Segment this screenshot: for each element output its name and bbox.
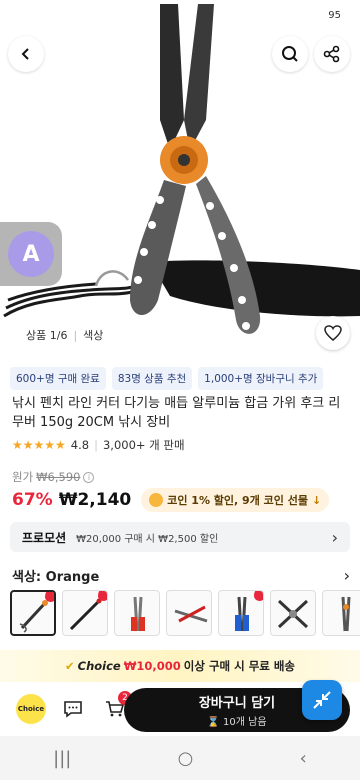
- color-option-blue[interactable]: [218, 590, 264, 636]
- shipping-threshold: ₩10,000: [123, 659, 181, 673]
- add-to-cart-label: 장바구니 담기: [198, 696, 276, 711]
- sales-count: 3,000+ 개 판매: [102, 438, 185, 452]
- back-button[interactable]: [8, 36, 44, 72]
- counter-divider: |: [73, 328, 78, 342]
- battery-indicator: 95: [323, 9, 346, 21]
- shipping-text: 이상 구매 시 무료 배송: [183, 659, 296, 673]
- original-price-label: 원가: [12, 470, 34, 484]
- minimize-floating-button[interactable]: [302, 680, 342, 720]
- color-selector-header[interactable]: 색상: Orange ›: [12, 566, 350, 585]
- promotion-label: 프로모션: [22, 530, 67, 545]
- color-option-red[interactable]: [166, 590, 212, 636]
- chat-button[interactable]: [58, 694, 88, 724]
- translate-icon: A: [8, 231, 54, 277]
- share-icon: [323, 45, 340, 63]
- sale-price: ₩2,140: [58, 490, 132, 510]
- image-counter[interactable]: 상품 1/6 | 색상: [16, 324, 114, 346]
- wishlist-button[interactable]: [316, 316, 350, 350]
- search-icon: [282, 46, 298, 62]
- choice-brand: Choice: [77, 659, 121, 673]
- minimize-icon: [313, 691, 331, 709]
- back-icon: [21, 48, 29, 60]
- download-icon: ↓: [311, 493, 322, 507]
- badge-recommended: 83명 상품 추천: [111, 367, 193, 390]
- hot-badge-icon: [45, 592, 54, 602]
- rating-value: 4.8: [70, 438, 90, 452]
- star-rating-icon: ★★★★★: [12, 438, 66, 452]
- color-option-orange[interactable]: [10, 590, 56, 636]
- coin-icon: [149, 493, 164, 507]
- color-link[interactable]: 색상: [83, 327, 103, 343]
- carrier-label: SKT: [14, 8, 36, 22]
- color-option-grey[interactable]: [322, 590, 360, 636]
- wifi-icon: ◠: [306, 8, 318, 22]
- badge-purchased: 600+명 구매 완료: [10, 367, 106, 390]
- hot-badge-icon: [98, 591, 107, 601]
- choice-logo[interactable]: Choice: [16, 694, 46, 724]
- search-button[interactable]: [272, 36, 308, 72]
- hot-badge-icon: [254, 591, 263, 601]
- share-button[interactable]: [314, 36, 350, 72]
- original-price-value: ₩6,590: [36, 470, 81, 484]
- color-option-silver-red[interactable]: [114, 590, 160, 636]
- system-nav-bar: ||| ○ ‹: [0, 736, 360, 780]
- rating-row[interactable]: ★★★★★ 4.8 | 3,000+ 개 판매: [12, 437, 185, 453]
- coin-offer[interactable]: 코인 1% 할인, 9개 코인 선물 ↓: [141, 488, 330, 512]
- social-proof-badges: 600+명 구매 완료 83명 상품 추천 1,000+명 장바구니 추가: [10, 367, 324, 390]
- original-price: 원가 ₩6,590 i: [12, 469, 95, 485]
- color-label: 색상: Orange: [12, 570, 100, 585]
- coin-offer-text: 코인 1% 할인, 9개 코인 선물: [167, 494, 308, 507]
- badge-in-cart: 1,000+명 장바구니 추가: [198, 367, 324, 390]
- status-bar: SKT 9:30 ◠ 95: [0, 0, 360, 30]
- info-icon[interactable]: i: [83, 471, 95, 483]
- check-icon: ✔: [64, 659, 75, 673]
- chevron-right-icon: ›: [331, 527, 338, 547]
- nav-back-icon[interactable]: ‹: [300, 748, 307, 769]
- image-counter-text: 상품 1/6: [26, 329, 68, 342]
- clock: 9:30: [41, 8, 69, 22]
- chat-icon: [64, 701, 82, 718]
- variant-image: [174, 605, 208, 623]
- color-options: [10, 590, 360, 636]
- rating-divider: |: [94, 438, 98, 452]
- product-title: 낚시 펜치 라인 커터 다기능 매듭 알루미늄 합금 가위 후크 리무버 150…: [12, 396, 341, 430]
- recent-apps-icon[interactable]: |||: [53, 748, 71, 769]
- home-icon[interactable]: ○: [178, 748, 194, 769]
- choice-logo-text: Choice: [17, 705, 45, 713]
- price-row: 67% ₩2,140 코인 1% 할인, 9개 코인 선물 ↓: [12, 488, 330, 512]
- free-shipping-banner[interactable]: ✔ Choice ₩10,000 이상 구매 시 무료 배송: [0, 650, 360, 682]
- heart-icon: [324, 325, 342, 341]
- color-option-black[interactable]: [62, 590, 108, 636]
- color-option-tools-set[interactable]: [270, 590, 316, 636]
- variant-image: [277, 599, 309, 629]
- stock-remaining: ⌛ 10개 남음: [207, 717, 267, 728]
- variant-image: [341, 596, 351, 632]
- variant-image: [131, 596, 145, 632]
- promotion-row[interactable]: 프로모션 ₩20,000 구매 시 ₩2,500 할인 ›: [10, 522, 350, 552]
- translate-button[interactable]: A: [0, 222, 62, 286]
- discount-percent: 67%: [12, 490, 53, 510]
- chevron-right-icon: ›: [343, 566, 350, 585]
- promotion-desc: ₩20,000 구매 시 ₩2,500 할인: [76, 533, 219, 545]
